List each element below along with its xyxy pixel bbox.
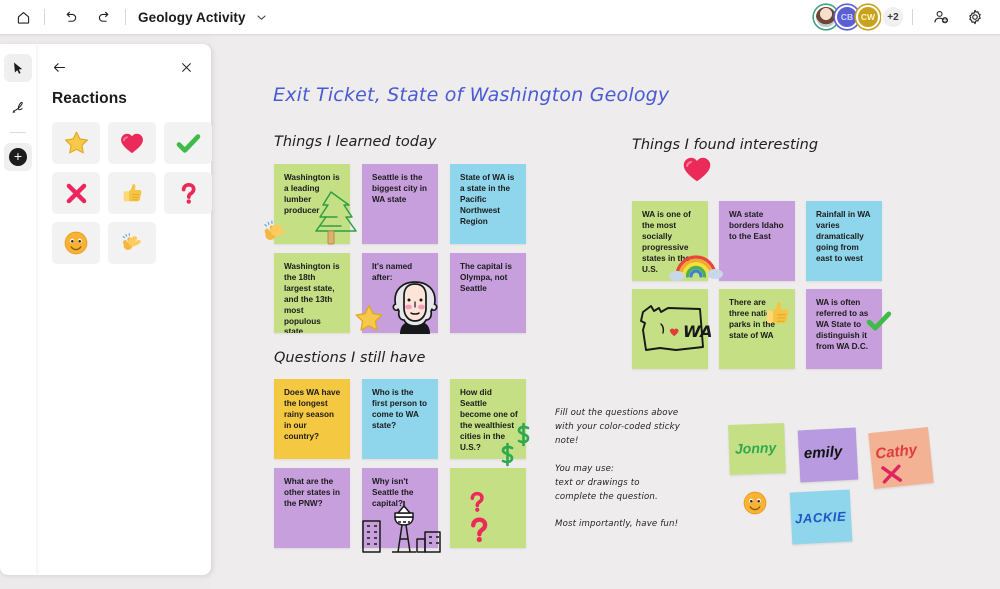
divider [10,132,26,133]
redo-button[interactable] [89,2,119,32]
sticky-note[interactable]: How did Seattle become one of the wealth… [450,379,526,459]
stamp-heart[interactable] [680,152,714,186]
section-heading-questions: Questions I still have [274,350,426,366]
sticky-note[interactable]: Why isn't Seattle the capital? [362,468,438,548]
title-dropdown-button[interactable] [255,11,268,24]
reaction-question[interactable] [164,172,212,214]
panel-header [36,44,211,78]
divider [44,9,45,25]
name-note-label: JACKIE [794,508,847,527]
add-content-button[interactable]: + [4,143,32,171]
sticky-note[interactable]: Washington is the 18th largest state, an… [274,253,350,333]
redo-icon [98,11,108,22]
avatar-participant-3[interactable]: CW [856,5,880,29]
divider [125,9,126,25]
avatar-initials: CW [860,12,876,22]
question-mark-icon [181,182,196,204]
divider [912,9,913,25]
cross-mark-drawing [881,464,903,484]
name-note-label: emily [803,443,843,463]
name-note-jonny[interactable]: Jonny [728,423,786,475]
sticky-note[interactable]: WA is one of the most socially progressi… [632,201,708,281]
chevron-down-icon [257,15,266,20]
reaction-thumbsup[interactable] [108,172,156,214]
thumbs-up-icon [123,183,141,201]
instructions-text: Fill out the questions above with your c… [555,408,680,530]
name-note-jackie[interactable]: JACKIE [789,489,853,545]
reactions-grid [36,108,212,264]
panel-back-button[interactable] [48,56,70,78]
cross-mark-icon [66,183,86,203]
top-toolbar: Geology Activity CB CW +2 [0,0,1000,34]
heart-icon [121,133,143,154]
stamp-question-skyline[interactable] [464,489,490,515]
pen-icon [12,101,23,113]
cursor-icon [14,62,23,74]
stamp-question[interactable] [463,514,495,546]
avatar-initials: CB [840,12,854,22]
undo-icon [66,11,76,22]
name-note-label: Jonny [734,439,777,457]
gear-icon [969,9,981,25]
back-arrow-icon [53,62,65,72]
panel-close-button[interactable] [175,56,197,78]
sticky-note[interactable]: The capital is Olympa, not Seattle [450,253,526,333]
board-canvas[interactable]: Exit Ticket, State of Washington Geology… [211,34,1000,589]
add-person-icon [934,10,949,24]
undo-button[interactable] [55,2,85,32]
plus-icon: + [9,148,27,166]
document-title[interactable]: Geology Activity [138,10,246,25]
reactions-panel: Reactions [36,44,212,575]
clapping-hands-icon [122,232,141,250]
home-icon [17,11,29,24]
close-icon [181,62,191,72]
reaction-check[interactable] [164,122,212,164]
stamp-smiley[interactable] [741,489,769,517]
stamp-star[interactable] [352,302,386,336]
reaction-smiley[interactable] [52,222,100,264]
name-note-label: Cathy [874,441,918,463]
avatar-overflow-count[interactable]: +2 [881,5,905,29]
board-title: Exit Ticket, State of Washington Geology [273,84,670,106]
select-tool-button[interactable] [4,54,32,82]
sticky-note[interactable]: WA state borders Idaho to the East [719,201,795,281]
name-note-emily[interactable]: emily [797,427,859,483]
left-tool-rail: + [0,44,36,575]
sticky-note[interactable]: Who is the first person to come to WA st… [362,379,438,459]
sticky-note[interactable]: Seattle is the biggest city in WA state [362,164,438,244]
home-button[interactable] [8,2,38,32]
name-note-cathy[interactable]: Cathy [868,427,934,489]
reaction-star[interactable] [52,122,100,164]
section-heading-learned: Things I learned today [274,134,437,150]
share-button[interactable] [926,2,956,32]
stamp-check[interactable] [864,306,894,336]
topbar-right-group: CB CW +2 [814,2,1000,32]
sticky-note[interactable]: Rainfall in WA varies dramatically going… [806,201,882,281]
reaction-cross[interactable] [52,172,100,214]
sticky-note[interactable]: What are the other states in the PNW? [274,468,350,548]
stamp-clap[interactable] [259,216,291,248]
reaction-clap[interactable] [108,222,156,264]
smiley-face-icon [64,231,88,255]
reaction-heart[interactable] [108,122,156,164]
whiteboard-app: Geology Activity CB CW +2 + Reactions Ex… [0,0,1000,589]
stamp-thumbsup[interactable] [761,297,794,330]
section-heading-interesting: Things I found interesting [632,137,819,153]
sticky-note[interactable] [632,289,708,369]
star-icon [64,131,88,153]
pen-tool-button[interactable] [4,92,32,120]
sticky-note[interactable]: State of WA is a state in the Pacific No… [450,164,526,244]
settings-button[interactable] [960,2,990,32]
panel-title: Reactions [52,90,127,107]
check-mark-icon [176,133,200,153]
sticky-note[interactable]: Does WA have the longest rainy season in… [274,379,350,459]
